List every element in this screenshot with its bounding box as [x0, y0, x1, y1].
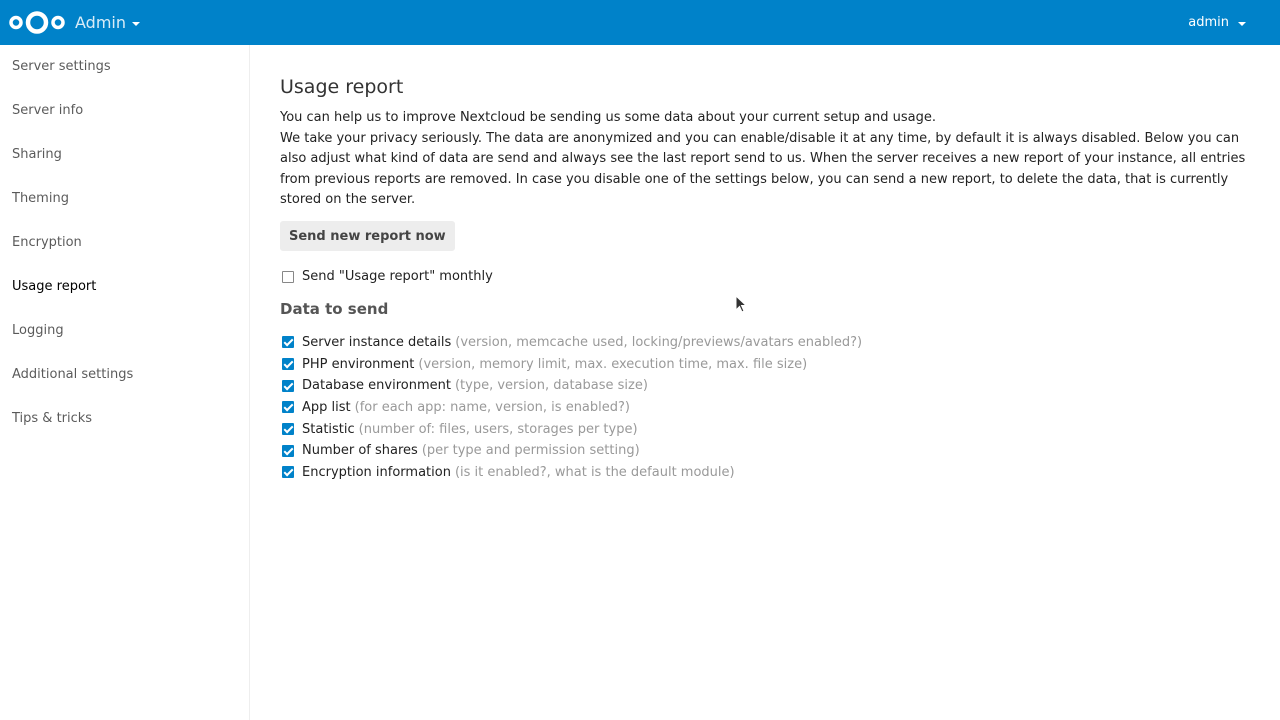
sidebar-item-sharing[interactable]: Sharing	[0, 133, 249, 177]
option-description: (version, memcache used, locking/preview…	[455, 334, 863, 350]
data-option-app-list[interactable]: App list (for each app: name, version, i…	[280, 397, 1250, 419]
sidebar-item-logging[interactable]: Logging	[0, 309, 249, 353]
option-description: (per type and permission setting)	[421, 443, 640, 459]
nextcloud-logo-icon[interactable]	[8, 9, 66, 36]
monthly-checkbox[interactable]	[282, 270, 294, 283]
user-menu-toggle[interactable]: admin	[1188, 0, 1246, 45]
php-environment-checkbox[interactable]	[282, 358, 294, 371]
encryption-information-checkbox[interactable]	[282, 466, 294, 479]
settings-sidebar: Server settings Server info Sharing Them…	[0, 45, 250, 720]
caret-down-icon	[1238, 22, 1246, 26]
data-option-server-instance[interactable]: Server instance details (version, memcac…	[280, 332, 1250, 354]
monthly-label[interactable]: Send "Usage report" monthly	[302, 269, 493, 284]
option-label[interactable]: Encryption information	[302, 465, 451, 480]
data-to-send-title: Data to send	[280, 299, 389, 318]
send-report-button[interactable]: Send new report now	[280, 220, 455, 251]
mouse-pointer-icon	[735, 295, 747, 313]
app-list-checkbox[interactable]	[282, 401, 294, 414]
data-option-number-of-shares[interactable]: Number of shares (per type and permissio…	[280, 440, 1250, 462]
caret-down-icon	[132, 22, 140, 26]
monthly-option[interactable]: Send "Usage report" monthly	[280, 267, 1250, 287]
user-name: admin	[1188, 15, 1229, 30]
option-description: (is it enabled?, what is the default mod…	[454, 464, 735, 480]
sidebar-item-server-info[interactable]: Server info	[0, 89, 249, 133]
sidebar-item-usage-report[interactable]: Usage report	[0, 265, 249, 309]
sidebar-item-server-settings[interactable]: Server settings	[0, 45, 249, 89]
data-option-statistic[interactable]: Statistic (number of: files, users, stor…	[280, 418, 1250, 440]
option-label[interactable]: App list	[302, 400, 351, 415]
option-label[interactable]: Number of shares	[302, 443, 418, 458]
data-options-list: Server instance details (version, memcac…	[280, 332, 1250, 484]
option-description: (type, version, database size)	[454, 378, 648, 394]
database-environment-checkbox[interactable]	[282, 379, 294, 392]
option-label[interactable]: Statistic	[302, 422, 355, 437]
data-option-php-environment[interactable]: PHP environment (version, memory limit, …	[280, 353, 1250, 375]
intro-paragraph-2: We take your privacy seriously. The data…	[280, 130, 1246, 208]
main-content: Usage report You can help us to improve …	[280, 45, 1250, 483]
option-description: (number of: files, users, storages per t…	[358, 421, 638, 437]
option-label[interactable]: PHP environment	[302, 357, 414, 372]
option-label[interactable]: Database environment	[302, 378, 451, 393]
data-option-encryption-information[interactable]: Encryption information (is it enabled?, …	[280, 462, 1250, 484]
option-description: (for each app: name, version, is enabled…	[354, 399, 630, 415]
app-name: Admin	[75, 13, 126, 32]
sidebar-item-encryption[interactable]: Encryption	[0, 221, 249, 265]
intro-paragraph-1: You can help us to improve Nextcloud be …	[280, 110, 937, 125]
top-header: Admin admin	[0, 0, 1280, 45]
server-instance-checkbox[interactable]	[282, 336, 294, 349]
data-option-database-environment[interactable]: Database environment (type, version, dat…	[280, 375, 1250, 397]
page-title: Usage report	[280, 76, 404, 98]
option-description: (version, memory limit, max. execution t…	[418, 356, 808, 372]
app-menu-toggle[interactable]: Admin	[75, 0, 140, 45]
statistic-checkbox[interactable]	[282, 423, 294, 436]
option-label[interactable]: Server instance details	[302, 335, 451, 350]
number-of-shares-checkbox[interactable]	[282, 444, 294, 457]
sidebar-item-theming[interactable]: Theming	[0, 177, 249, 221]
sidebar-item-additional-settings[interactable]: Additional settings	[0, 353, 249, 397]
sidebar-item-tips-tricks[interactable]: Tips & tricks	[0, 397, 249, 441]
intro-text: You can help us to improve Nextcloud be …	[280, 108, 1250, 211]
